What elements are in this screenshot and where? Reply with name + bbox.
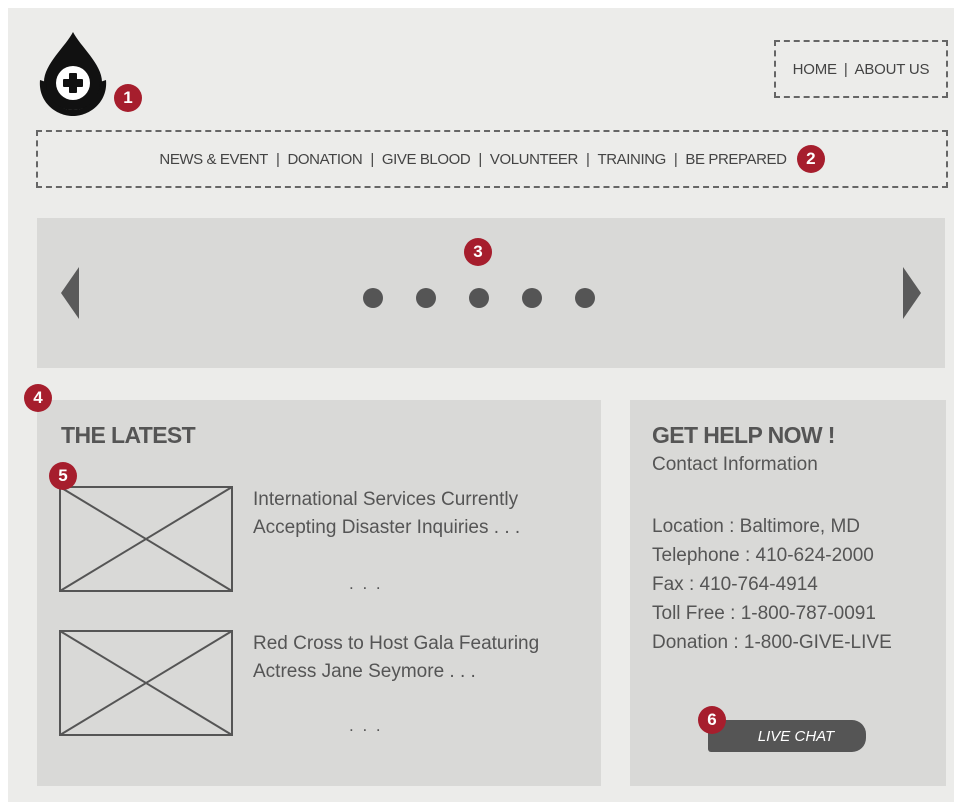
image-placeholder-icon[interactable] — [59, 630, 233, 736]
contact-toll-free: Toll Free : 1-800-787-0091 — [652, 603, 876, 624]
read-more-ellipsis[interactable]: . . . — [349, 574, 383, 594]
page: 1 HOME | ABOUT US NEWS & EVENT | DONATIO… — [8, 8, 954, 802]
nav-training[interactable]: TRAINING — [597, 151, 666, 168]
main-nav: NEWS & EVENT | DONATION | GIVE BLOOD | V… — [36, 130, 948, 188]
latest-heading: THE LATEST — [61, 422, 196, 448]
annotation-marker-2: 2 — [796, 145, 825, 173]
contact-donation: Donation : 1-800-GIVE-LIVE — [652, 632, 892, 653]
nav-give-blood[interactable]: GIVE BLOOD — [382, 151, 471, 168]
nav-volunteer[interactable]: VOLUNTEER — [490, 151, 578, 168]
annotation-marker-5: 5 — [49, 462, 77, 490]
nav-separator: | — [843, 60, 848, 78]
annotation-marker-1: 1 — [114, 84, 142, 112]
nav-news-event[interactable]: NEWS & EVENT — [159, 151, 268, 168]
nav-separator: | — [478, 150, 482, 168]
slider-dot-5[interactable] — [575, 288, 595, 308]
slider-dot-1[interactable] — [363, 288, 383, 308]
triangle-left-icon[interactable] — [61, 267, 79, 319]
news-title[interactable]: Red Cross to Host Gala Featuring Actress… — [253, 630, 593, 686]
slider-dot-4[interactable] — [522, 288, 542, 308]
nav-separator: | — [275, 150, 280, 168]
triangle-right-icon[interactable] — [903, 267, 921, 319]
annotation-marker-4: 4 — [24, 384, 52, 412]
news-title-line[interactable]: Actress Jane Seymore . . . — [253, 658, 593, 686]
get-help-panel: GET HELP NOW ! Contact Information Locat… — [630, 400, 946, 786]
nav-separator: | — [673, 150, 678, 168]
nav-about-link[interactable]: ABOUT US — [855, 61, 930, 78]
help-subtitle: Contact Information — [652, 454, 818, 475]
top-nav: HOME | ABOUT US — [774, 40, 948, 98]
annotation-marker-3: 3 — [464, 238, 492, 266]
help-heading: GET HELP NOW ! — [652, 422, 835, 448]
live-chat-button[interactable]: LIVE CHAT — [708, 720, 866, 752]
contact-list: Location : Baltimore, MD Telephone : 410… — [652, 512, 892, 657]
slider-dots — [363, 288, 595, 308]
image-slider: 3 — [37, 218, 945, 368]
slider-dot-2[interactable] — [416, 288, 436, 308]
image-placeholder-icon[interactable] — [59, 486, 233, 592]
annotation-marker-6: 6 — [698, 706, 726, 734]
news-item[interactable]: Red Cross to Host Gala Featuring Actress… — [59, 630, 579, 740]
nav-home-link[interactable]: HOME — [793, 61, 837, 78]
read-more-ellipsis[interactable]: . . . — [349, 716, 383, 736]
slider-dot-3[interactable] — [469, 288, 489, 308]
news-item[interactable]: International Services Currently Accepti… — [59, 486, 579, 596]
news-title-line[interactable]: Red Cross to Host Gala Featuring — [253, 630, 593, 658]
nav-donation[interactable]: DONATION — [287, 151, 362, 168]
nav-be-prepared[interactable]: BE PREPARED — [685, 151, 787, 168]
nav-separator: | — [370, 150, 374, 168]
news-title-line[interactable]: International Services Currently — [253, 486, 593, 514]
latest-news-panel: THE LATEST International Services Curren… — [37, 400, 601, 786]
blood-drop-cross-icon[interactable] — [36, 30, 110, 116]
news-title-line[interactable]: Accepting Disaster Inquiries . . . — [253, 514, 593, 542]
contact-location: Location : Baltimore, MD — [652, 516, 861, 537]
nav-separator: | — [585, 150, 590, 168]
news-title[interactable]: International Services Currently Accepti… — [253, 486, 593, 542]
contact-telephone: Telephone : 410-624-2000 — [652, 545, 874, 566]
contact-fax: Fax : 410-764-4914 — [652, 574, 818, 595]
